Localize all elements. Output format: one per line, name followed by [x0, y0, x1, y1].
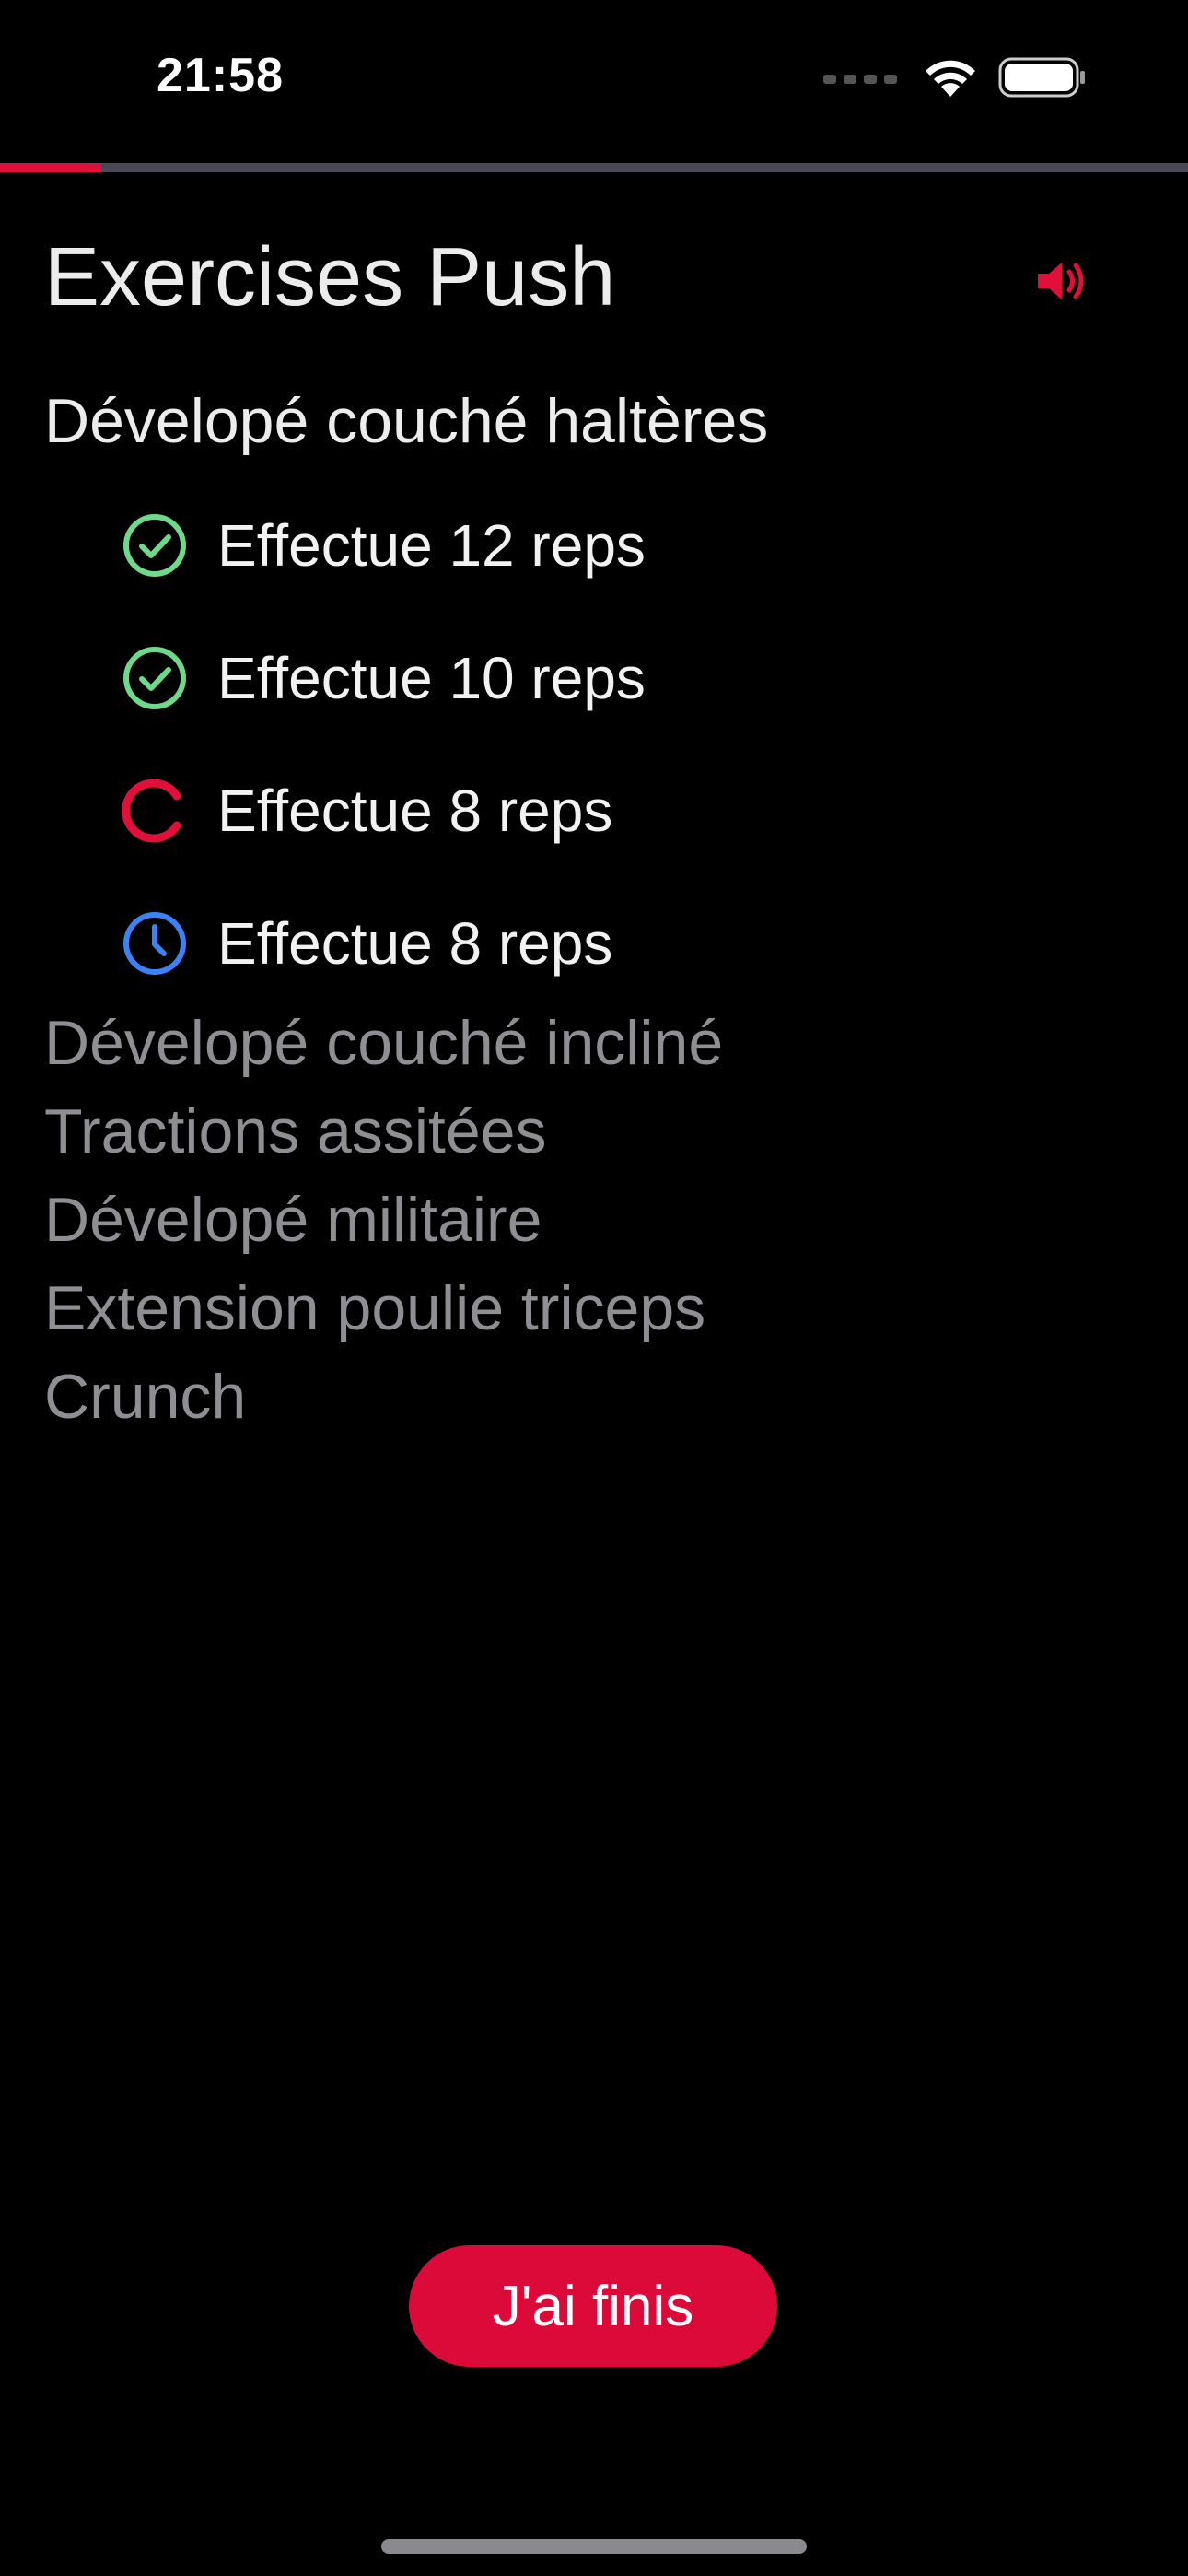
check-circle-icon [120, 510, 190, 580]
status-time: 21:58 [157, 49, 284, 102]
sound-toggle-button[interactable] [1030, 251, 1094, 315]
workout-progress-fill [0, 163, 101, 172]
spinner-icon [120, 776, 190, 846]
page-title: Exercises Push [44, 231, 616, 323]
status-icons [823, 53, 1087, 105]
finish-set-button[interactable]: J'ai finis [409, 2245, 777, 2367]
upcoming-exercise-item: Dévelopé militaire [44, 1185, 542, 1255]
set-row-1: Effectue 12 reps [120, 479, 1041, 612]
check-circle-icon [120, 643, 190, 713]
wifi-icon [923, 56, 978, 103]
workout-progress-bar [0, 163, 1188, 172]
upcoming-exercise-item: Extension poulie triceps [44, 1273, 706, 1343]
cellular-signal-icon [823, 75, 897, 84]
upcoming-exercise-item: Crunch [44, 1362, 247, 1432]
current-exercise-name: Dévelopé couché haltères [44, 386, 769, 456]
upcoming-exercise-item: Dévelopé couché incliné [44, 1008, 724, 1078]
upcoming-exercise-list: Dévelopé couché incliné Tractions assité… [44, 999, 1149, 1441]
set-label: Effectue 8 reps [217, 778, 613, 844]
set-label: Effectue 12 reps [217, 512, 646, 579]
set-row-2: Effectue 10 reps [120, 612, 1041, 744]
set-label: Effectue 8 reps [217, 910, 613, 977]
speaker-volume-icon [1034, 255, 1089, 311]
battery-icon [998, 56, 1087, 103]
set-row-4: Effectue 8 reps [120, 877, 1041, 1010]
home-indicator[interactable] [381, 2539, 807, 2554]
set-label: Effectue 10 reps [217, 645, 646, 711]
set-row-3: Effectue 8 reps [120, 744, 1041, 877]
set-list: Effectue 12 reps Effectue 10 reps Effect… [120, 479, 1041, 1010]
status-bar: 21:58 [0, 0, 1188, 157]
upcoming-exercise-item: Tractions assitées [44, 1096, 547, 1166]
clock-icon [120, 908, 190, 978]
